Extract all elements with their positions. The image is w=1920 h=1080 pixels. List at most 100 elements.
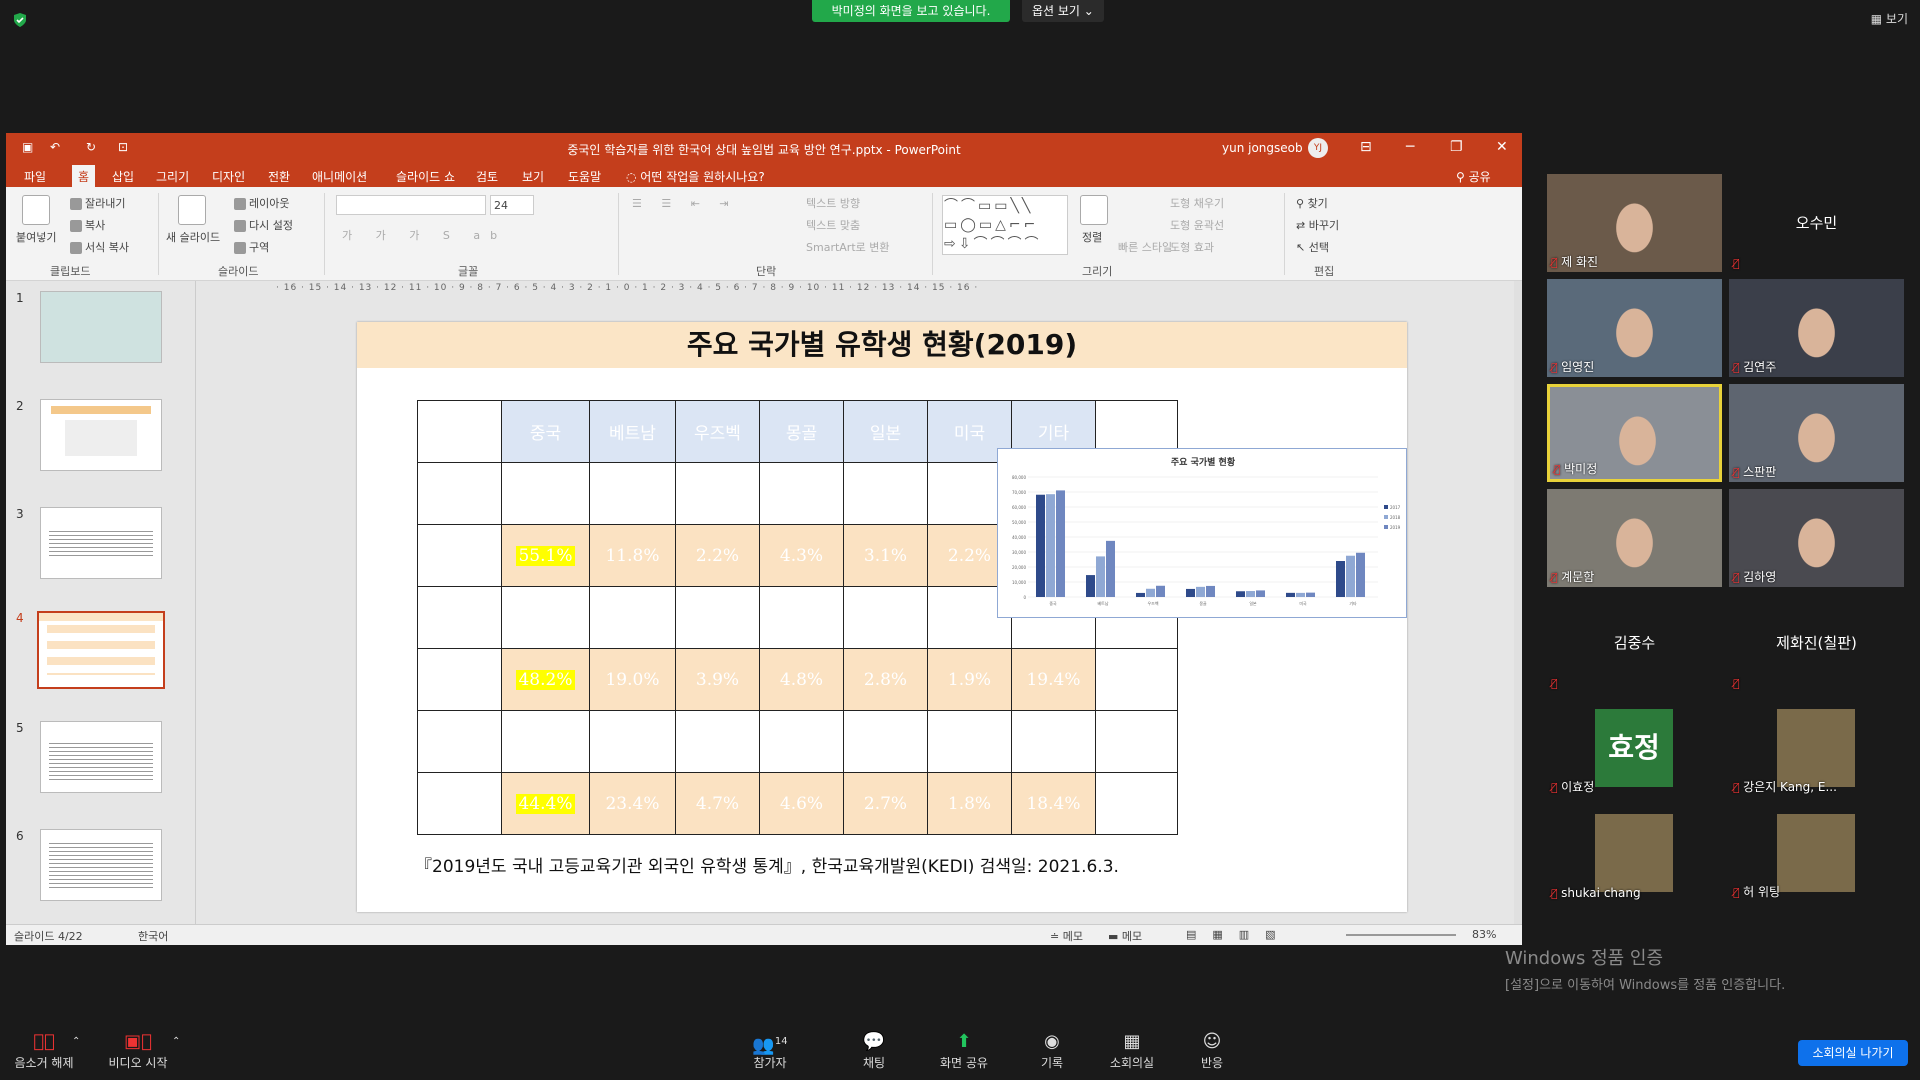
- view-button[interactable]: ▦ 보기: [1871, 10, 1908, 27]
- tell-me-box[interactable]: ◌ 어떤 작업을 원하시나요?: [626, 168, 765, 185]
- paste-icon[interactable]: [22, 195, 50, 225]
- participant-tile[interactable]: 🎙̸ 김연주: [1729, 279, 1904, 377]
- slide-thumbnail-5[interactable]: [40, 721, 162, 793]
- arrange-button[interactable]: 정렬: [1082, 229, 1102, 245]
- audio-options-chevron-icon[interactable]: ⌃: [72, 1036, 80, 1047]
- slide-source-citation[interactable]: 『2019년도 국내 고등교육기관 외국인 유학생 통계』, 한국교육개발원(K…: [415, 852, 1119, 877]
- new-slide-icon[interactable]: [178, 195, 206, 225]
- font-size-box[interactable]: 24: [490, 195, 534, 215]
- participant-tile[interactable]: 🎙̸ 허 위팅: [1729, 804, 1904, 902]
- table-cell: 55.1%: [501, 524, 590, 587]
- font-name-box[interactable]: [336, 195, 486, 215]
- select-button[interactable]: ↖ 선택: [1296, 239, 1329, 255]
- table-cell: 100.0%: [1095, 648, 1178, 711]
- ribbon-display-icon[interactable]: ⊟: [1360, 139, 1372, 155]
- language-indicator[interactable]: 한국어: [138, 928, 168, 944]
- reactions-button[interactable]: ☺ 반응: [1172, 1030, 1252, 1071]
- participant-tile[interactable]: 오수민 🎙̸: [1729, 174, 1904, 272]
- row-label: 비율(%): [417, 524, 502, 587]
- participant-label: 🎙̸ 스판판: [1733, 463, 1776, 480]
- slide-title[interactable]: 주요 국가별 유학생 현황(2019): [357, 322, 1407, 368]
- participant-label: 🎙̸ 허 위팅: [1733, 883, 1780, 900]
- reset-button[interactable]: 다시 설정: [234, 217, 293, 233]
- shapes-gallery[interactable]: ⌒⌒▭▭╲╲ ▭◯▭△⌐⌐ ⇨⇩⌒⌒⌒⌒: [942, 195, 1068, 255]
- record-button[interactable]: ◉ 기록: [1012, 1030, 1092, 1071]
- leave-breakout-room-button[interactable]: 소회의실 나가기: [1798, 1040, 1908, 1066]
- user-avatar[interactable]: YJ: [1308, 138, 1328, 158]
- user-name[interactable]: yun jongseob: [1222, 141, 1303, 155]
- shape-outline-button[interactable]: 도형 윤곽선: [1170, 217, 1224, 233]
- participant-tile[interactable]: 🎙̸ 계문함: [1547, 489, 1722, 587]
- participant-tile[interactable]: 김중수 🎙̸: [1547, 594, 1722, 692]
- table-cell: 5,384: [759, 462, 844, 525]
- tab-design[interactable]: 디자인: [212, 168, 245, 185]
- slide-thumbnail-2[interactable]: [40, 399, 162, 471]
- text-direction-button[interactable]: 텍스트 방향: [806, 195, 860, 211]
- security-shield-icon[interactable]: [12, 12, 28, 28]
- participant-tile[interactable]: 🎙̸ 스판판: [1729, 384, 1904, 482]
- participant-tile[interactable]: 효정 🎙̸ 이효정: [1547, 699, 1722, 797]
- section-button[interactable]: 구역: [234, 239, 269, 255]
- copy-button[interactable]: 복사: [70, 217, 105, 233]
- share-screen-button[interactable]: ⬆ 화면 공유: [924, 1030, 1004, 1071]
- quick-styles-button[interactable]: 빠른 스타일: [1118, 239, 1172, 255]
- comments-button[interactable]: ▬ 메모: [1108, 928, 1142, 944]
- chart-y-tick: 0: [1023, 595, 1026, 600]
- cut-button[interactable]: 잘라내기: [70, 195, 125, 211]
- tab-slideshow[interactable]: 슬라이드 쇼: [396, 168, 455, 185]
- tab-insert[interactable]: 삽입: [112, 168, 134, 185]
- table-cell: 44.4%: [501, 772, 590, 835]
- participant-tile[interactable]: 🎙̸ 박미정: [1547, 384, 1722, 482]
- participant-tile[interactable]: 🎙̸ 제 화진: [1547, 174, 1722, 272]
- chart-y-tick: 30,000: [1012, 550, 1026, 555]
- participant-tile[interactable]: 🎙̸ 김하영: [1729, 489, 1904, 587]
- new-slide-button[interactable]: 새 슬라이드: [166, 229, 220, 245]
- breakout-rooms-button[interactable]: ▦ 소회의실: [1092, 1030, 1172, 1071]
- view-options-button[interactable]: 옵션 보기 ⌄: [1022, 0, 1104, 22]
- tab-view[interactable]: 보기: [522, 168, 544, 185]
- format-painter-button[interactable]: 서식 복사: [70, 239, 129, 255]
- slide-thumbnail-4[interactable]: [37, 611, 165, 689]
- slide-thumbnail-1[interactable]: [40, 291, 162, 363]
- start-video-button[interactable]: ▣⃠ 비디오 시작: [98, 1030, 178, 1071]
- slide-thumbnail-3[interactable]: [40, 507, 162, 579]
- list-buttons[interactable]: ☰ ☰ ⇤ ⇥: [632, 197, 737, 210]
- zoom-slider[interactable]: [1346, 934, 1456, 936]
- view-buttons[interactable]: ▤▦▥▧: [1186, 928, 1292, 941]
- layout-button[interactable]: 레이아웃: [234, 195, 289, 211]
- close-icon[interactable]: ✕: [1496, 139, 1508, 155]
- slide-canvas[interactable]: 주요 국가별 유학생 현황(2019) 중국 베트남 우즈벡 몽골 일본 미국 …: [357, 322, 1407, 912]
- tab-transitions[interactable]: 전환: [268, 168, 290, 185]
- participant-label: 🎙̸ 김하영: [1733, 568, 1776, 585]
- zoom-level[interactable]: 83%: [1472, 928, 1496, 941]
- video-options-chevron-icon[interactable]: ⌃: [172, 1036, 180, 1047]
- tab-draw[interactable]: 그리기: [156, 168, 189, 185]
- tab-help[interactable]: 도움말: [568, 168, 601, 185]
- font-style-buttons[interactable]: 가 가 가 S ab: [342, 227, 507, 243]
- tab-file[interactable]: 파일: [24, 168, 46, 185]
- text-align-button[interactable]: 텍스트 맞춤: [806, 217, 860, 233]
- arrange-icon[interactable]: [1080, 195, 1108, 225]
- paste-button[interactable]: 붙여넣기: [16, 229, 56, 245]
- participants-button[interactable]: 👥14 참가자: [730, 1030, 810, 1071]
- participant-tile[interactable]: 🎙̸ 임영진: [1547, 279, 1722, 377]
- participant-tile[interactable]: 🎙̸ shukai chang: [1547, 804, 1722, 902]
- tab-home[interactable]: 홈: [72, 165, 96, 189]
- vertical-scrollbar[interactable]: [1514, 281, 1522, 924]
- share-button[interactable]: ⚲ 공유: [1456, 168, 1491, 185]
- slide-thumbnail-6[interactable]: [40, 829, 162, 901]
- replace-button[interactable]: ⇄ 바꾸기: [1296, 217, 1339, 233]
- chat-button[interactable]: 💬 채팅: [834, 1030, 914, 1071]
- minimize-icon[interactable]: ─: [1406, 139, 1414, 155]
- participant-tile[interactable]: 🎙̸ 강은지 Kang, E...: [1729, 699, 1904, 797]
- embedded-bar-chart[interactable]: 주요 국가별 현황 80,000 70,000 60,000 50,000 40,000 3…: [997, 448, 1407, 618]
- smartart-button[interactable]: SmartArt로 변환: [806, 239, 890, 255]
- find-button[interactable]: ⚲ 찾기: [1296, 195, 1328, 211]
- shape-fill-button[interactable]: 도형 채우기: [1170, 195, 1224, 211]
- tab-animations[interactable]: 애니메이션: [312, 168, 367, 185]
- shape-effect-button[interactable]: 도형 효과: [1170, 239, 1214, 255]
- notes-button[interactable]: ≐ 메모: [1050, 928, 1083, 944]
- restore-icon[interactable]: ❐: [1450, 139, 1463, 155]
- participant-tile[interactable]: 제화진(칠판) 🎙̸: [1729, 594, 1904, 692]
- tab-review[interactable]: 검토: [476, 168, 498, 185]
